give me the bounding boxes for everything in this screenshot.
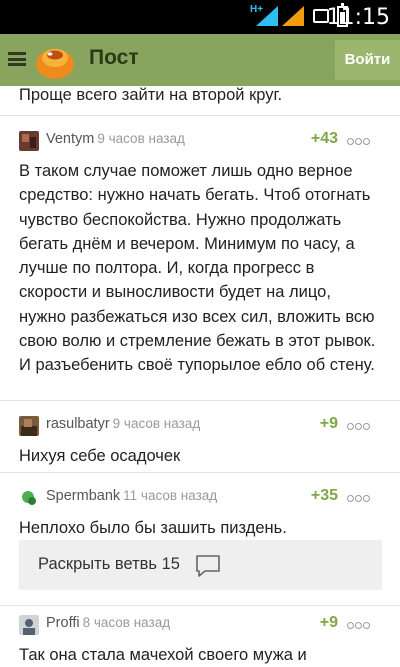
- comment-text: Неплохо было бы зашить пиздень.: [19, 519, 287, 537]
- comment-time: 11 часов назад: [123, 488, 218, 503]
- comment-item: Ventym 9 часов назад +43 В таком случае п…: [0, 129, 400, 378]
- status-bar: H+ 11:15: [0, 0, 400, 34]
- signal-strength-icon: [282, 6, 304, 26]
- menu-icon[interactable]: [8, 52, 26, 66]
- comment-score: +9: [319, 614, 338, 631]
- comment-author[interactable]: Proffi 8 часов назад: [46, 615, 170, 631]
- logo-icon[interactable]: [34, 42, 76, 80]
- comment-time: 8 часов назад: [82, 615, 171, 630]
- mobile-signal-icon: [256, 6, 278, 26]
- more-dots-icon[interactable]: [347, 138, 371, 145]
- comment-score: +43: [310, 130, 338, 147]
- comment-bubble-icon: [196, 555, 220, 577]
- comment-text: Так она стала мачехой своего мужа и: [19, 646, 307, 664]
- comment-author[interactable]: Spermbank 11 часов назад: [46, 488, 217, 504]
- more-dots-icon[interactable]: [347, 423, 371, 430]
- more-dots-icon[interactable]: [347, 495, 371, 502]
- avatar[interactable]: [19, 131, 39, 151]
- page-title: Пост: [89, 46, 139, 69]
- app-toolbar: Пост Войти: [0, 34, 400, 86]
- login-button[interactable]: Войти: [335, 40, 400, 80]
- divider: [0, 115, 400, 116]
- comment-score: +9: [319, 415, 338, 432]
- comment-score: +35: [310, 487, 338, 504]
- comment-item: Proffi 8 часов назад +9 Так она стала мач…: [0, 613, 400, 667]
- previous-comment-text: Проще всего зайти на второй круг.: [19, 86, 283, 104]
- status-time: 11:15: [326, 5, 390, 30]
- divider: [0, 605, 400, 606]
- divider: [0, 472, 400, 473]
- more-dots-icon[interactable]: [347, 622, 371, 629]
- comment-author[interactable]: rasulbatyr 9 часов назад: [46, 416, 200, 432]
- avatar[interactable]: [19, 488, 39, 508]
- comment-header: Ventym 9 часов назад +43: [0, 129, 400, 155]
- avatar[interactable]: [19, 416, 39, 436]
- expand-branch-button[interactable]: Раскрыть ветвь 15: [19, 540, 382, 590]
- expand-branch-label: Раскрыть ветвь 15: [38, 555, 180, 573]
- comment-header: Proffi 8 часов назад +9: [0, 613, 400, 639]
- comment-header: Spermbank 11 часов назад +35: [0, 486, 400, 512]
- divider: [0, 400, 400, 401]
- comment-time: 9 часов назад: [112, 416, 201, 431]
- comment-text: Нихуя себе осадочек: [19, 447, 181, 465]
- comment-text: В таком случае поможет лишь одно верное …: [19, 162, 376, 375]
- avatar[interactable]: [19, 615, 39, 635]
- comment-time: 9 часов назад: [97, 131, 185, 146]
- comment-author[interactable]: Ventym 9 часов назад: [46, 131, 185, 147]
- comment-header: rasulbatyr 9 часов назад +9: [0, 414, 400, 440]
- comments-feed: Проще всего зайти на второй круг. Ventym…: [0, 86, 400, 667]
- comment-item: Spermbank 11 часов назад +35 Неплохо было…: [0, 486, 400, 540]
- comment-item: rasulbatyr 9 часов назад +9 Нихуя себе ос…: [0, 414, 400, 468]
